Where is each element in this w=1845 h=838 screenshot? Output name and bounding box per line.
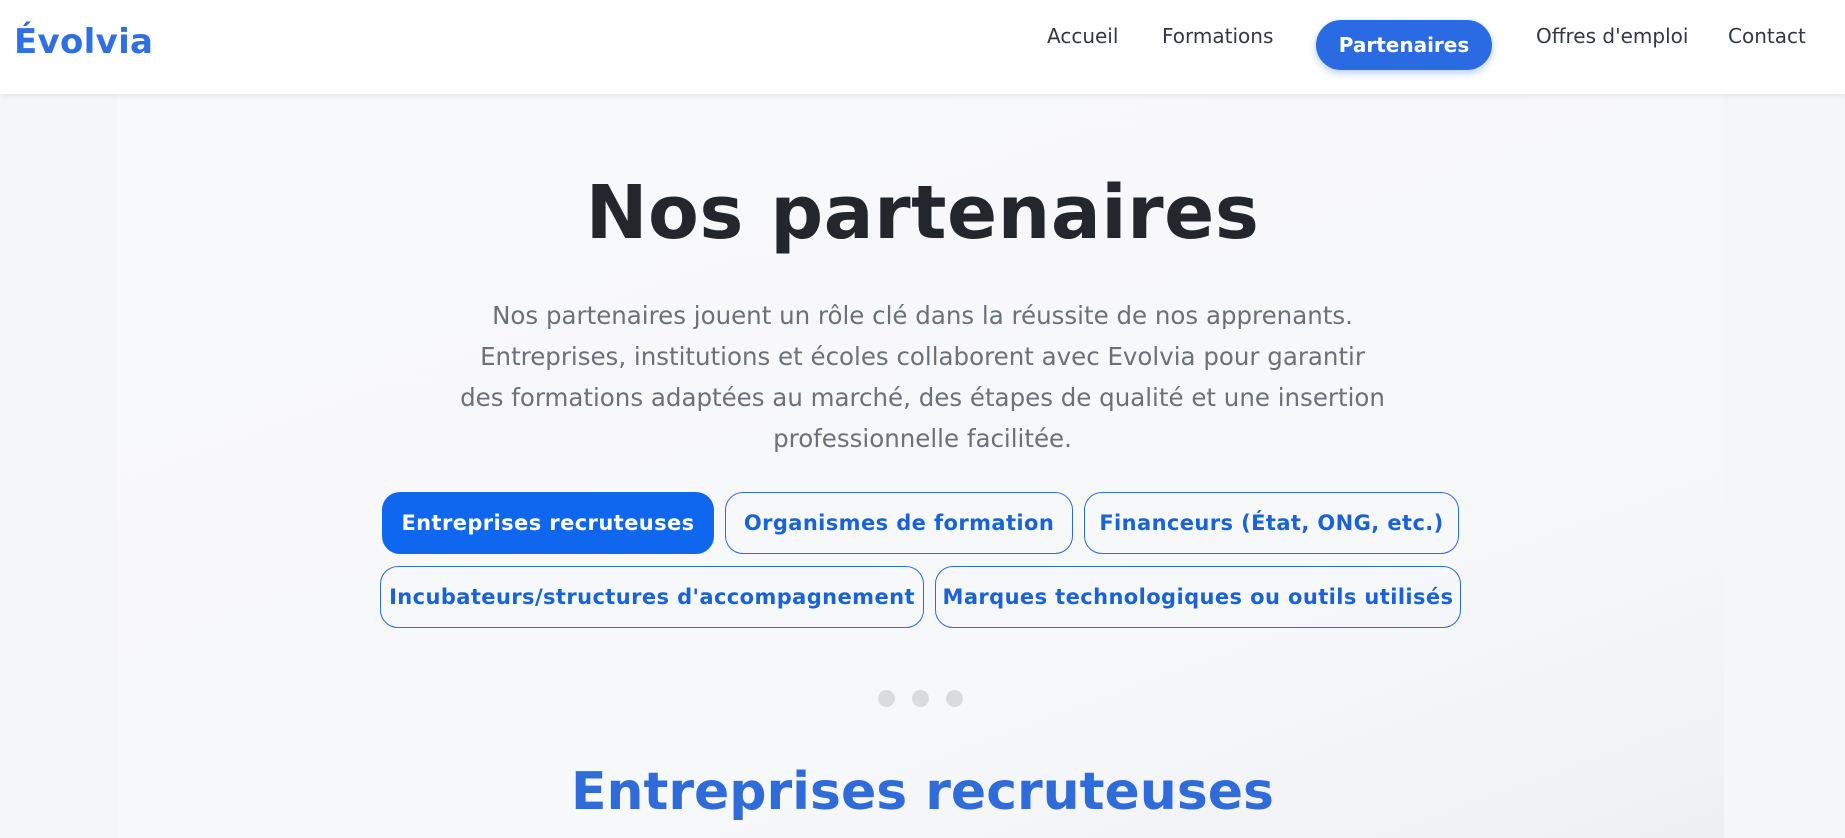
page-title: Nos partenaires xyxy=(585,170,1260,256)
section-title: Entreprises recruteuses xyxy=(571,762,1274,822)
brand-logo[interactable]: Évolvia xyxy=(14,22,153,62)
nav-link-formations[interactable]: Formations xyxy=(1162,24,1273,48)
nav-link-contact[interactable]: Contact xyxy=(1728,24,1806,48)
filter-incubateurs[interactable]: Incubateurs/structures d'accompagnement xyxy=(380,566,924,628)
filter-financeurs[interactable]: Financeurs (État, ONG, etc.) xyxy=(1084,492,1459,554)
hero-description: Nos partenaires jouent un rôle clé dans … xyxy=(460,301,1385,453)
carousel-dot-1[interactable] xyxy=(878,690,895,707)
navbar: Évolvia Accueil Formations Partenaires O… xyxy=(0,0,1845,94)
nav-link-partenaires-active[interactable]: Partenaires xyxy=(1316,20,1492,70)
filter-marques-technologiques[interactable]: Marques technologiques ou outils utilisé… xyxy=(935,566,1461,628)
filter-entreprises-recruteuses[interactable]: Entreprises recruteuses xyxy=(382,492,714,554)
carousel-dot-2[interactable] xyxy=(912,690,929,707)
filter-organismes-de-formation[interactable]: Organismes de formation xyxy=(725,492,1073,554)
carousel-dot-3[interactable] xyxy=(946,690,963,707)
nav-link-offres-emploi[interactable]: Offres d'emploi xyxy=(1536,24,1688,48)
nav-link-accueil[interactable]: Accueil xyxy=(1047,24,1118,48)
